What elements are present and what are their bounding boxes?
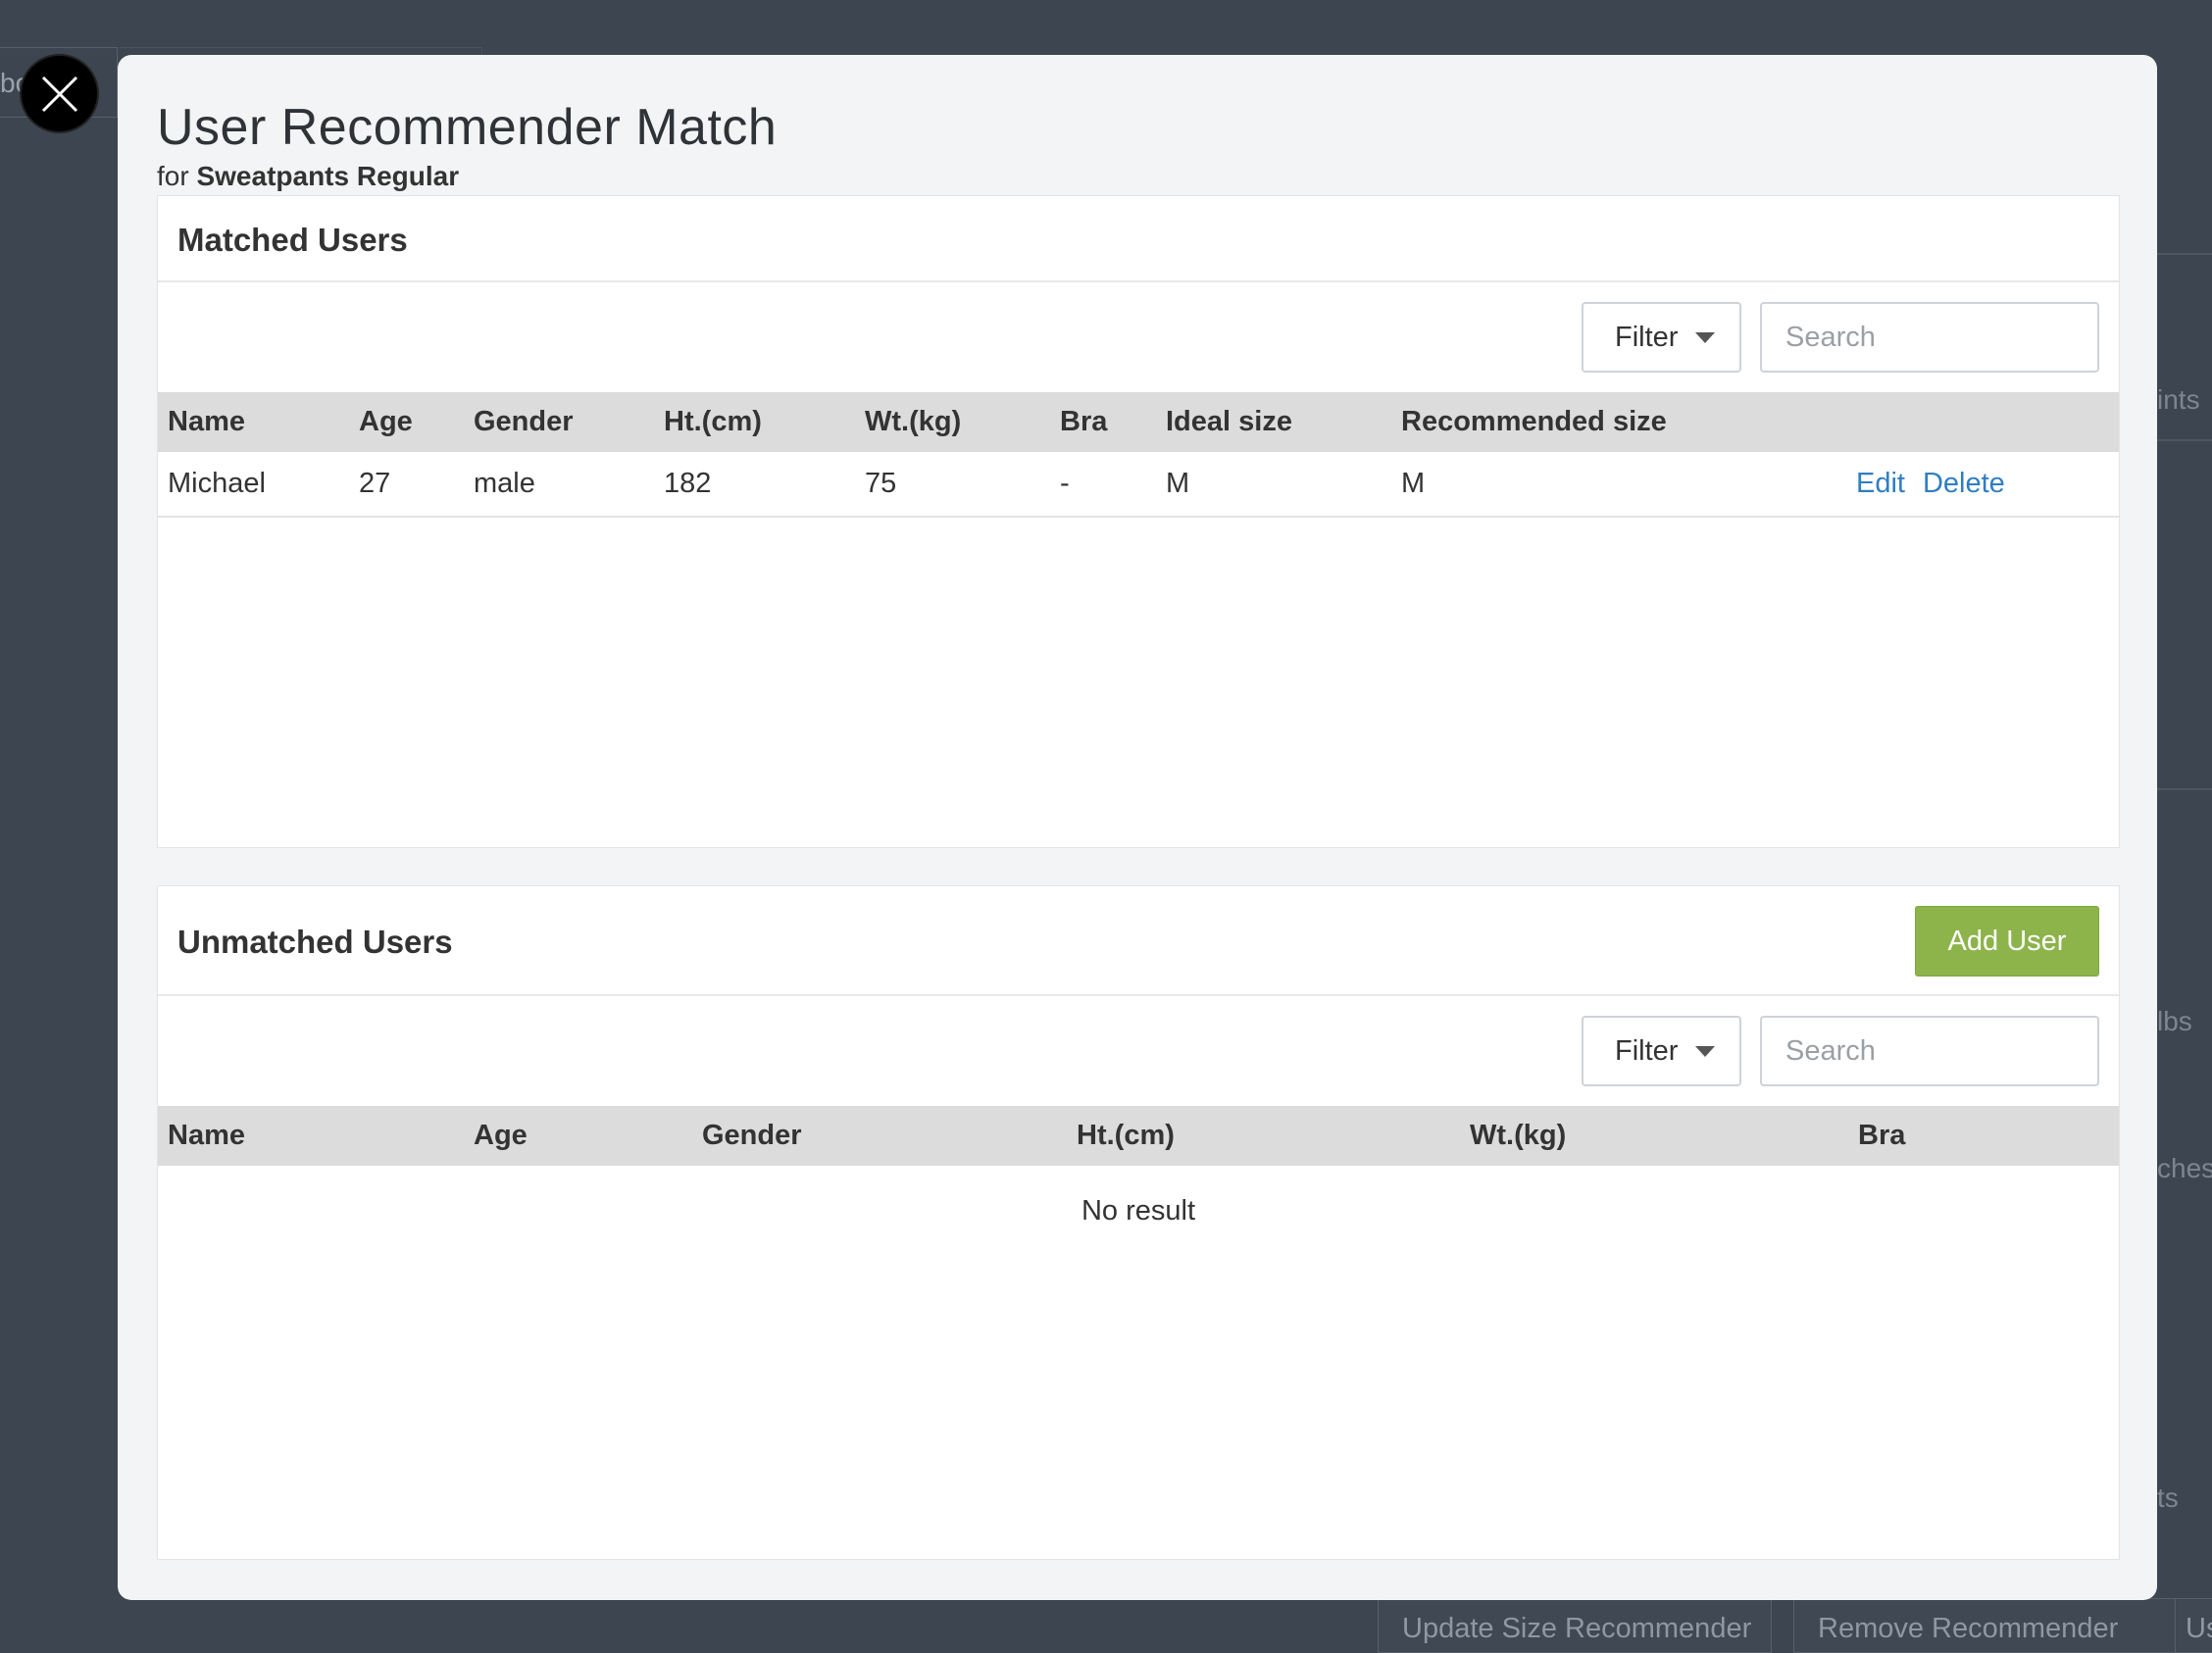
background-button[interactable]: Us: [2175, 1598, 2212, 1653]
modal-title: User Recommender Match: [157, 99, 778, 156]
matched-users-panel: Matched Users Filter Name Age Gender Ht.…: [157, 195, 2120, 848]
table-header-row: Name Age Gender Ht.(cm) Wt.(kg) Bra: [158, 1106, 2119, 1166]
cell-actions: Edit Delete: [1846, 452, 2119, 518]
matched-users-table: Name Age Gender Ht.(cm) Wt.(kg) Bra Idea…: [158, 392, 2119, 518]
column-header[interactable]: Recommended size: [1391, 392, 1846, 452]
cell-recommended-size: M: [1391, 452, 1846, 518]
matched-users-toolbar: Filter: [158, 282, 2119, 392]
cell-height: 182: [654, 452, 855, 518]
cell-ideal-size: M: [1156, 452, 1391, 518]
background-divider: [2157, 253, 2212, 255]
column-header[interactable]: Gender: [464, 392, 654, 452]
close-icon: [41, 75, 77, 112]
unmatched-users-table: Name Age Gender Ht.(cm) Wt.(kg) Bra: [158, 1106, 2119, 1166]
update-size-recommender-button[interactable]: Update Size Recommender: [1378, 1598, 1772, 1653]
subtitle-prefix: for: [157, 161, 189, 191]
user-recommender-modal: User Recommender Match for Sweatpants Re…: [118, 55, 2157, 1600]
cell-age: 27: [349, 452, 464, 518]
cell-weight: 75: [855, 452, 1050, 518]
background-text: ches: [2157, 1153, 2212, 1183]
cell-gender: male: [464, 452, 654, 518]
unmatched-users-panel: Unmatched Users Add User Filter Name Age…: [157, 885, 2120, 1560]
add-user-button[interactable]: Add User: [1915, 906, 2099, 977]
unmatched-users-header: Unmatched Users Add User: [158, 886, 2119, 996]
matched-users-title: Matched Users: [177, 222, 408, 258]
filter-label: Filter: [1615, 321, 1679, 353]
column-header[interactable]: Age: [349, 392, 464, 452]
table-header-row: Name Age Gender Ht.(cm) Wt.(kg) Bra Idea…: [158, 392, 2119, 452]
cell-bra: -: [1050, 452, 1156, 518]
column-header[interactable]: Ht.(cm): [654, 392, 855, 452]
edit-link[interactable]: Edit: [1856, 468, 1905, 499]
matched-users-header: Matched Users: [158, 196, 2119, 282]
unmatched-filter-button[interactable]: Filter: [1582, 1016, 1741, 1086]
column-header: [1846, 392, 2119, 452]
chevron-down-icon: [1695, 1045, 1716, 1057]
background-divider: [2157, 788, 2212, 790]
chevron-down-icon: [1695, 331, 1716, 343]
column-header[interactable]: Gender: [692, 1106, 1067, 1166]
matched-search-input[interactable]: [1760, 302, 2099, 373]
background-text: ts: [2157, 1482, 2179, 1513]
background-text: lbs: [2157, 1006, 2192, 1036]
column-header[interactable]: Ht.(cm): [1067, 1106, 1460, 1166]
column-header[interactable]: Wt.(kg): [855, 392, 1050, 452]
delete-link[interactable]: Delete: [1923, 468, 2005, 499]
cell-name: Michael: [158, 452, 349, 518]
unmatched-search-input[interactable]: [1760, 1016, 2099, 1086]
column-header[interactable]: Bra: [1848, 1106, 2119, 1166]
close-button[interactable]: [20, 54, 99, 133]
unmatched-users-toolbar: Filter: [158, 996, 2119, 1106]
background-divider: [2157, 439, 2212, 441]
unmatched-users-title: Unmatched Users: [177, 924, 453, 960]
column-header[interactable]: Name: [158, 1106, 464, 1166]
column-header[interactable]: Age: [464, 1106, 692, 1166]
column-header[interactable]: Name: [158, 392, 349, 452]
product-name: Sweatpants Regular: [196, 161, 460, 191]
table-row: Michael 27 male 182 75 - M M Edit Delete: [158, 452, 2119, 518]
empty-state-text: No result: [1081, 1195, 1196, 1227]
column-header[interactable]: Ideal size: [1156, 392, 1391, 452]
column-header[interactable]: Wt.(kg): [1460, 1106, 1848, 1166]
remove-recommender-button[interactable]: Remove Recommender: [1793, 1598, 2190, 1653]
filter-label: Filter: [1615, 1034, 1679, 1067]
column-header[interactable]: Bra: [1050, 392, 1156, 452]
modal-subtitle: for Sweatpants Regular: [157, 161, 459, 192]
background-text: ints: [2157, 384, 2200, 415]
matched-filter-button[interactable]: Filter: [1582, 302, 1741, 373]
